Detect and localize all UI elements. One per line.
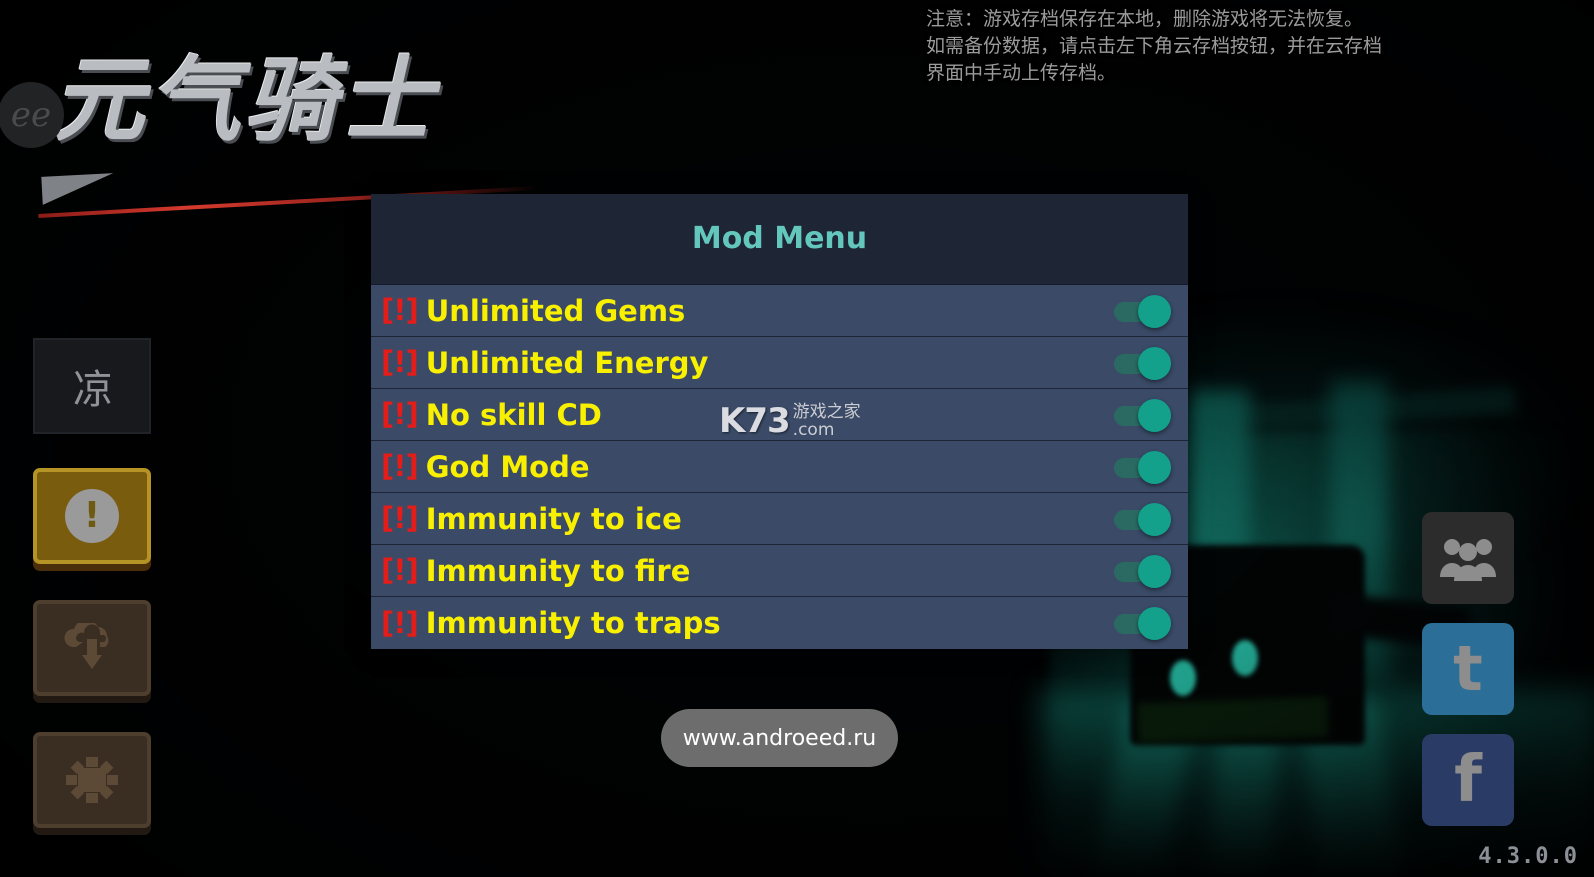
- alert-flag-icon: [!]: [381, 397, 419, 431]
- mod-row-toggle[interactable]: [1114, 554, 1171, 588]
- mod-row-unlimited-gems[interactable]: [!] Unlimited Gems: [371, 285, 1188, 337]
- game-logo: 元气骑士: [38, 47, 580, 218]
- alert-flag-icon: [!]: [381, 345, 419, 379]
- cloud-save-button-frame: [33, 600, 151, 696]
- facebook-button[interactable]: f: [1422, 734, 1514, 826]
- notice-line-3: 界面中手动上传存档。: [926, 61, 1117, 84]
- gear-icon: [66, 757, 118, 803]
- notice-line-2: 如需备份数据，请点击左下角云存档按钮，并在云存档: [926, 34, 1383, 57]
- cloud-download-icon: [64, 623, 109, 669]
- mod-row-label: No skill CD: [425, 397, 602, 432]
- toggle-thumb: [1138, 294, 1171, 328]
- toggle-thumb: [1138, 398, 1171, 432]
- people-icon: [1440, 539, 1496, 581]
- chinese-char-button[interactable]: 凉: [33, 338, 151, 434]
- ee-watermark-icon: ee: [0, 82, 64, 148]
- mod-row-label: Unlimited Energy: [425, 345, 709, 380]
- save-data-notice: 注意：游戏存档保存在本地，删除游戏将无法恢复。 如需备份数据，请点击左下角云存档…: [926, 6, 1586, 87]
- mod-row-label: Immunity to fire: [425, 553, 691, 588]
- game-version-label: 4.3.0.0: [1478, 844, 1578, 869]
- mod-row-label: Immunity to ice: [425, 501, 682, 536]
- mod-row-immunity-to-traps[interactable]: [!] Immunity to traps: [371, 597, 1188, 649]
- mod-row-toggle[interactable]: [1114, 450, 1171, 484]
- mod-row-no-skill-cd[interactable]: [!] No skill CD: [371, 389, 1188, 441]
- exclamation-icon: !: [65, 489, 119, 543]
- mod-row-toggle[interactable]: [1114, 398, 1171, 432]
- cloud-save-button[interactable]: [33, 600, 151, 696]
- notice-button[interactable]: !: [33, 468, 151, 564]
- mod-row-unlimited-energy[interactable]: [!] Unlimited Energy: [371, 337, 1188, 389]
- twitter-icon: t: [1453, 632, 1483, 705]
- game-logo-text: 元气骑士: [47, 47, 457, 154]
- facebook-icon: f: [1454, 743, 1482, 817]
- mod-row-label: Unlimited Gems: [425, 293, 686, 328]
- notice-button-frame: !: [33, 468, 151, 564]
- mod-row-toggle[interactable]: [1114, 294, 1171, 328]
- toggle-thumb: [1138, 502, 1171, 536]
- alert-flag-icon: [!]: [381, 501, 419, 535]
- toggle-thumb: [1138, 450, 1171, 484]
- toggle-thumb: [1138, 607, 1171, 640]
- mod-row-immunity-to-fire[interactable]: [!] Immunity to fire: [371, 545, 1188, 597]
- mod-menu-row-list: [!] Unlimited Gems [!] Unlimited Energy [!] N…: [371, 284, 1188, 649]
- alert-flag-icon: [!]: [381, 449, 419, 483]
- text-glyph-icon: 凉: [73, 367, 113, 413]
- notice-line-1: 注意：游戏存档保存在本地，删除游戏将无法恢复。: [926, 8, 1364, 30]
- site-url-label: www.androeed.ru: [682, 725, 877, 751]
- mod-menu-title: Mod Menu: [691, 221, 868, 256]
- mod-row-god-mode[interactable]: [!] God Mode: [371, 441, 1188, 493]
- mod-row-immunity-to-ice[interactable]: [!] Immunity to ice: [371, 493, 1188, 545]
- mod-row-label: Immunity to traps: [425, 606, 721, 640]
- toggle-thumb: [1138, 346, 1171, 380]
- alert-flag-icon: [!]: [381, 293, 419, 327]
- twitter-button[interactable]: t: [1422, 623, 1514, 715]
- community-button[interactable]: [1422, 512, 1514, 604]
- alert-flag-icon: [!]: [381, 553, 419, 587]
- mod-row-toggle[interactable]: [1114, 607, 1171, 640]
- logo-slash-shape: [41, 173, 115, 205]
- settings-button-frame: [33, 732, 151, 828]
- mod-row-toggle[interactable]: [1114, 346, 1171, 380]
- site-url-pill[interactable]: www.androeed.ru: [661, 709, 898, 767]
- settings-button[interactable]: [33, 732, 151, 828]
- toggle-thumb: [1138, 554, 1171, 588]
- mod-row-label: God Mode: [425, 449, 590, 484]
- alert-flag-icon: [!]: [381, 605, 419, 640]
- mod-menu-panel: Mod Menu [!] Unlimited Gems [!] Unlimited E…: [371, 194, 1188, 649]
- mod-row-toggle[interactable]: [1114, 502, 1171, 536]
